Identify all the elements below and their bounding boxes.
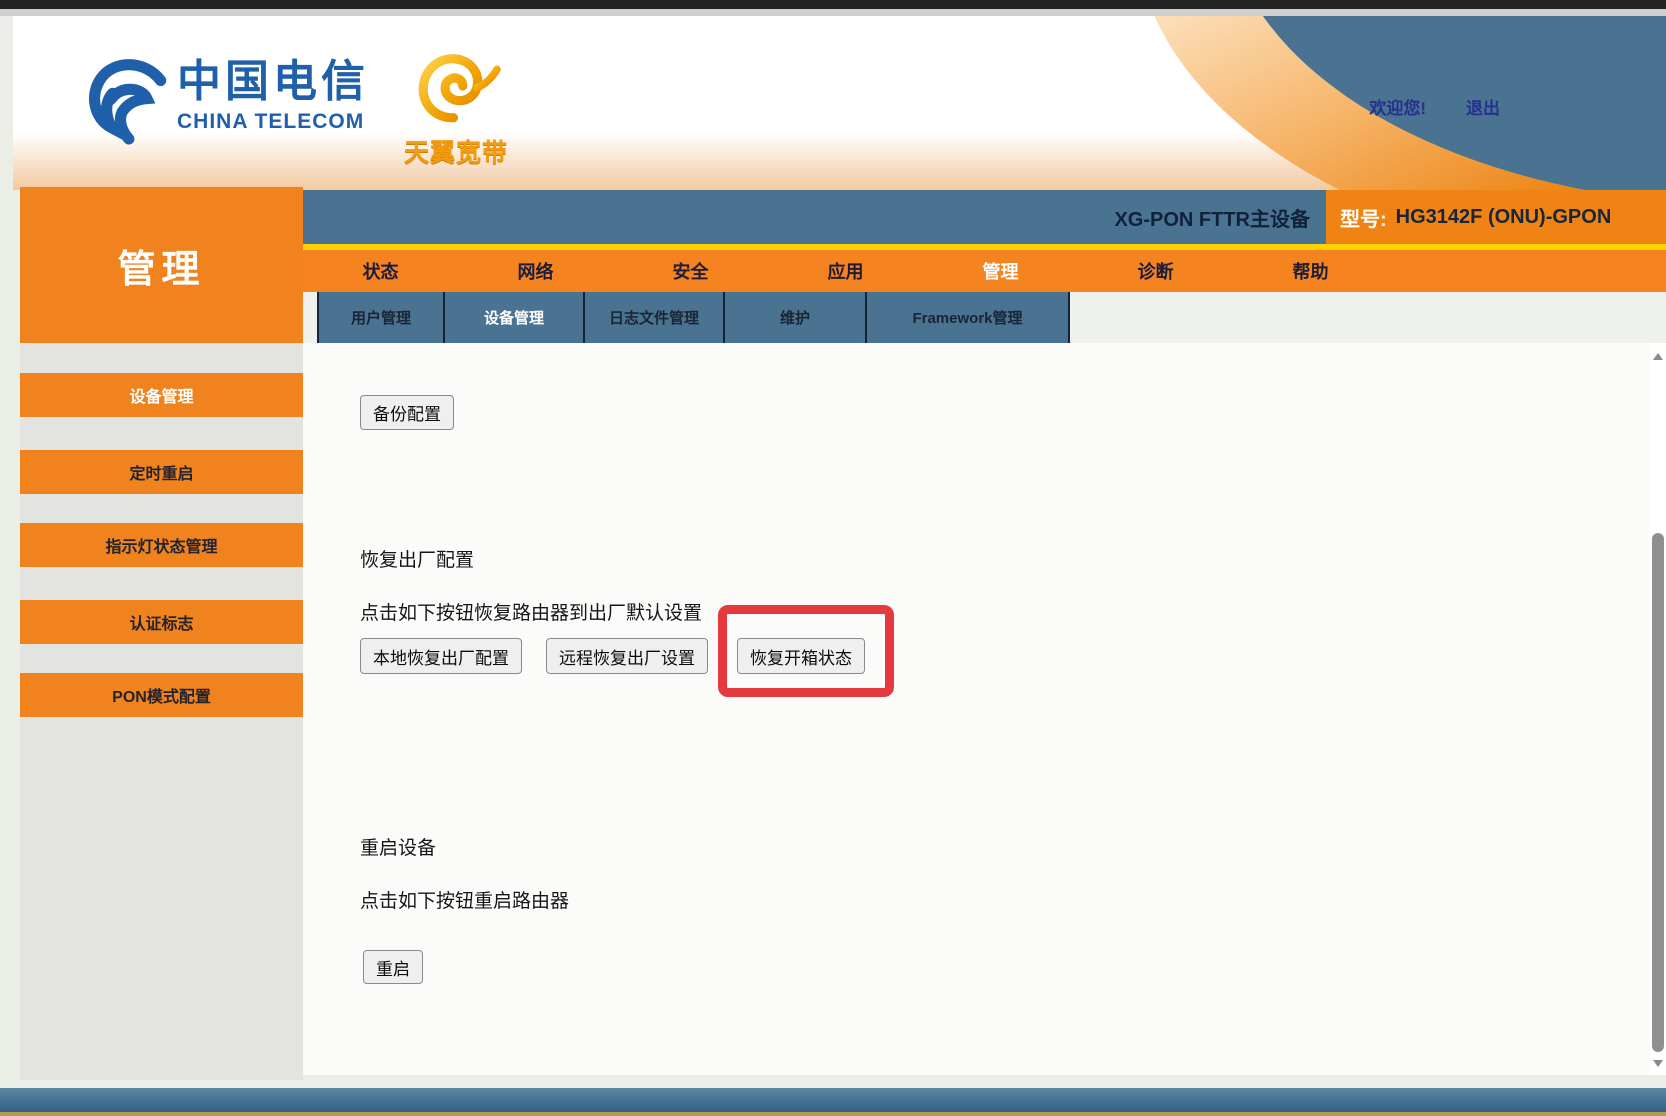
sidebar-item-device-management[interactable]: 设备管理 [20,373,303,417]
vertical-scrollbar[interactable] [1650,343,1666,1075]
restore-section-title: 恢复出厂配置 [360,545,474,572]
menu-item-application[interactable]: 应用 [768,250,923,292]
scroll-up-arrow-icon[interactable] [1653,353,1663,360]
device-name-label: XG-PON FTTR主设备 [1114,203,1310,232]
main-menu: 状态 网络 安全 应用 管理 诊断 帮助 [303,250,1666,292]
device-name-bar: XG-PON FTTR主设备 [303,190,1326,244]
reboot-section-title: 重启设备 [360,833,436,860]
footer-gold-line [0,1112,1666,1116]
tianyi-wordmark: 天翼宽带 [396,133,516,169]
model-bar: 型号: HG3142F (ONU)-GPON [1326,190,1666,244]
china-telecom-logo: 中国电信 CHINA TELECOM [85,54,369,155]
logout-link[interactable]: 退出 [1466,99,1500,118]
china-telecom-cn-text: 中国电信 [177,54,369,110]
menu-item-diagnostics[interactable]: 诊断 [1078,250,1233,292]
local-factory-reset-button[interactable]: 本地恢复出厂配置 [360,638,522,674]
browser-top-bar [0,0,1666,9]
china-telecom-emblem-icon [85,54,171,155]
restore-section-description: 点击如下按钮恢复路由器到出厂默认设置 [360,598,702,625]
tab-framework-management[interactable]: Framework管理 [865,292,1070,343]
tianyi-broadband-logo: 天翼宽带 [396,44,516,169]
reboot-button[interactable]: 重启 [363,950,423,984]
tab-log-file-management[interactable]: 日志文件管理 [583,292,723,343]
menu-item-help[interactable]: 帮助 [1233,250,1388,292]
scrollbar-thumb[interactable] [1652,533,1664,1052]
sub-menu-tabs: 用户管理 设备管理 日志文件管理 维护 Framework管理 [317,292,1070,343]
sub-menu-row: 用户管理 设备管理 日志文件管理 维护 Framework管理 [303,292,1666,343]
china-telecom-en-text: CHINA TELECOM [177,110,369,134]
menu-item-network[interactable]: 网络 [458,250,613,292]
sidebar: 管理 设备管理 定时重启 指示灯状态管理 认证标志 PON模式配置 [20,187,303,1080]
router-admin-page: 中国电信 CHINA TELECOM 天翼 [0,0,1666,1116]
remote-factory-reset-button[interactable]: 远程恢复出厂设置 [546,638,708,674]
session-area: 欢迎您! 退出 [1369,94,1500,119]
model-label: 型号: [1340,203,1387,232]
menu-item-security[interactable]: 安全 [613,250,768,292]
welcome-message: 欢迎您! [1369,99,1426,118]
browser-top-divider [0,9,1666,16]
backup-config-button[interactable]: 备份配置 [360,395,454,430]
china-telecom-wordmark: 中国电信 CHINA TELECOM [177,54,369,134]
tianyi-swirl-icon [410,115,502,132]
sidebar-item-auth-flag[interactable]: 认证标志 [20,600,303,644]
main-content: 备份配置 恢复出厂配置 点击如下按钮恢复路由器到出厂默认设置 本地恢复出厂配置 … [303,343,1666,1075]
sidebar-title: 管理 [20,187,303,343]
menu-item-status[interactable]: 状态 [303,250,458,292]
sidebar-item-scheduled-reboot[interactable]: 定时重启 [20,450,303,494]
sidebar-item-led-status-management[interactable]: 指示灯状态管理 [20,523,303,567]
tab-user-management[interactable]: 用户管理 [317,292,443,343]
sidebar-item-pon-mode-config[interactable]: PON模式配置 [20,673,303,717]
tab-device-management[interactable]: 设备管理 [443,292,583,343]
restore-outofbox-state-button[interactable]: 恢复开箱状态 [737,638,865,674]
model-value: HG3142F (ONU)-GPON [1396,206,1612,229]
tab-maintenance[interactable]: 维护 [723,292,865,343]
menu-item-management[interactable]: 管理 [923,250,1078,292]
page-header: 中国电信 CHINA TELECOM 天翼 [13,16,1666,190]
footer-blue-bar [0,1088,1666,1112]
reboot-section-description: 点击如下按钮重启路由器 [360,886,569,913]
scroll-down-arrow-icon[interactable] [1653,1060,1663,1067]
